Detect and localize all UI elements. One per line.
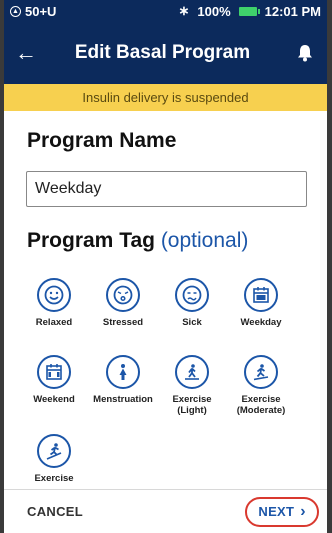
app-bar: ← Edit Basal Program [4, 22, 327, 84]
bluetooth-icon: ∗ [178, 3, 190, 18]
tag-sick[interactable]: Sick [156, 278, 228, 329]
optional-label: (optional) [160, 229, 249, 252]
battery-percent: 100% [197, 3, 231, 19]
clock: 12:01 PM [264, 3, 321, 19]
device-status: ∗ 100% 12:01 PM [178, 3, 321, 19]
device-frame: ▲ 50+U ∗ 100% 12:01 PM ← Edit Basal Prog… [0, 0, 332, 533]
calendar-weekend-icon [37, 355, 71, 389]
tag-stressed[interactable]: Stressed [87, 278, 159, 329]
tag-label: Exercise [34, 473, 74, 484]
tag-weekend[interactable]: Weekend [18, 355, 90, 406]
program-name-heading: Program Name [27, 129, 177, 152]
chevron-right-icon: › [300, 502, 306, 520]
status-bar: ▲ 50+U ∗ 100% 12:01 PM [4, 0, 327, 22]
tag-exercise-moderate[interactable]: Exercise (Moderate) [225, 355, 297, 417]
exercise-moderate-icon [244, 355, 278, 389]
relaxed-face-icon [37, 278, 71, 312]
tag-label: Weekday [240, 317, 282, 328]
tag-label: Menstruation [93, 394, 153, 405]
exercise-intense-icon [37, 434, 71, 468]
menstruation-icon [106, 355, 140, 389]
page-title: Edit Basal Program [74, 42, 251, 63]
program-tag-heading: Program Tag (optional) [27, 229, 248, 253]
tag-label: Sick [182, 317, 202, 328]
bottom-action-bar: CANCEL NEXT › [4, 489, 327, 533]
sick-face-icon [175, 278, 209, 312]
tag-label: Relaxed [35, 317, 73, 328]
tag-weekday[interactable]: Weekday [225, 278, 297, 329]
main-content: Program Name Program Tag (optional) Rela… [4, 111, 327, 489]
program-name-input[interactable] [26, 171, 307, 207]
next-label: NEXT [258, 504, 295, 519]
screen: ▲ 50+U ∗ 100% 12:01 PM ← Edit Basal Prog… [4, 0, 327, 533]
tag-label: Exercise (Moderate) [236, 394, 286, 416]
stressed-face-icon [106, 278, 140, 312]
tag-label: Exercise (Light) [172, 394, 212, 416]
tag-exercise-light[interactable]: Exercise (Light) [156, 355, 228, 417]
tag-label: Weekend [33, 394, 75, 405]
pod-label: 50+U [25, 3, 57, 19]
pod-status: ▲ 50+U [10, 4, 56, 19]
bell-icon[interactable] [283, 22, 327, 84]
tag-relaxed[interactable]: Relaxed [18, 278, 90, 329]
calendar-weekday-icon [244, 278, 278, 312]
pod-icon: ▲ [10, 5, 21, 17]
tag-label: Stressed [102, 317, 144, 328]
next-button[interactable]: NEXT › [245, 496, 319, 527]
tag-menstruation[interactable]: Menstruation [87, 355, 159, 406]
exercise-light-icon [175, 355, 209, 389]
banner-text: Insulin delivery is suspended [82, 90, 249, 105]
battery-icon [238, 6, 260, 16]
cancel-button[interactable]: CANCEL [27, 504, 83, 519]
suspended-banner: Insulin delivery is suspended [4, 84, 327, 111]
tag-exercise-intense[interactable]: Exercise [18, 434, 90, 485]
program-tag-label: Program Tag [27, 229, 155, 252]
